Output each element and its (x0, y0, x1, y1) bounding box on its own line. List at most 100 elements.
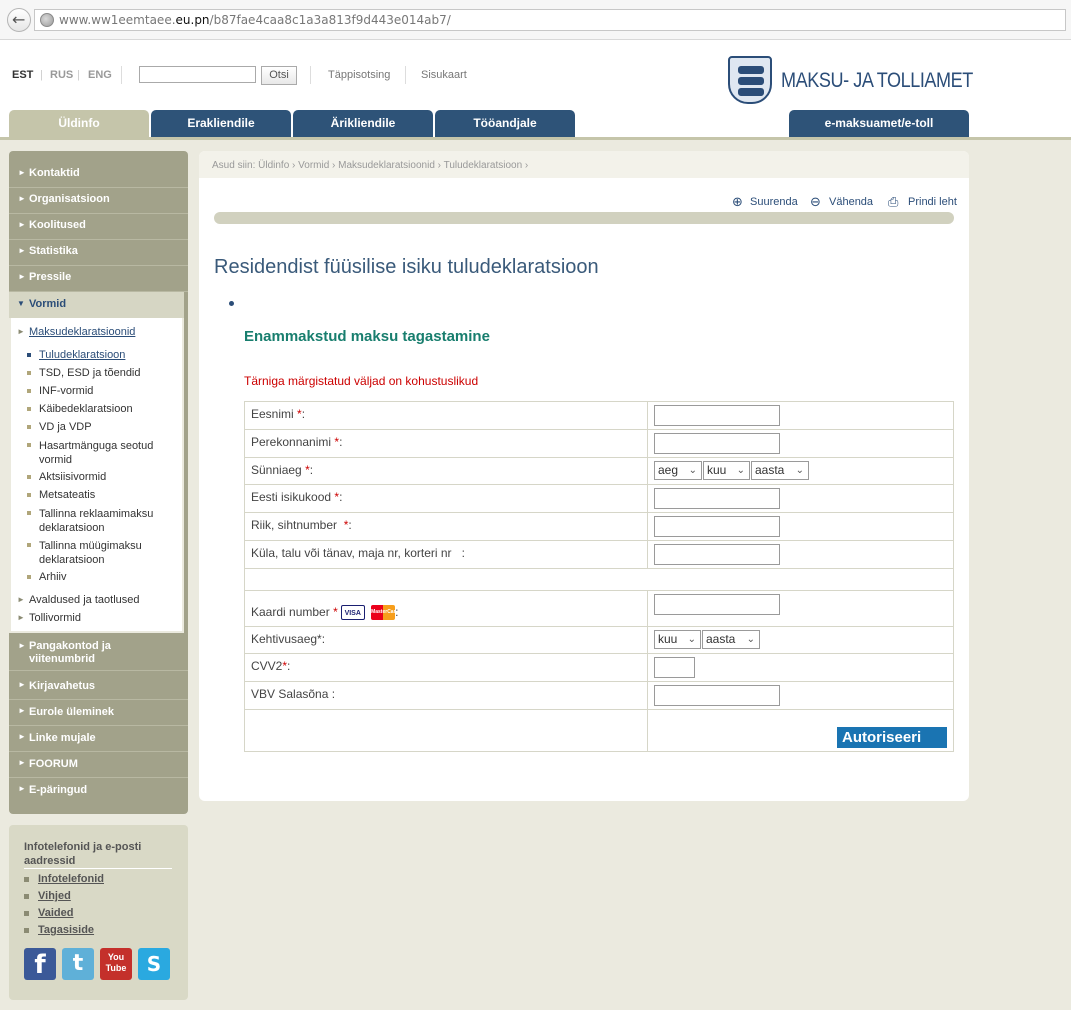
sidebar-item-tsd[interactable]: TSD, ESD ja tõendid (39, 367, 141, 379)
sidebar-item-reklaamimaks[interactable]: Tallinna reklaamimaksu deklaratsioon (39, 507, 164, 535)
sidebar-item-organisatsioon[interactable]: ► Organisatsioon (9, 188, 188, 214)
sidebar-item-pangakontod[interactable]: ► Pangakontod ja viitenumbrid (9, 635, 188, 671)
tab-tooandjale[interactable]: Tööandjale (435, 110, 575, 137)
tab-arikliendile[interactable]: Ärikliendile (293, 110, 433, 137)
chevron-down-icon: ⌄ (746, 634, 755, 645)
birth-year-select[interactable]: aasta ⌄ (751, 461, 809, 480)
tab-e-maksuamet[interactable]: e-maksuamet/e-toll (789, 110, 969, 137)
chevron-right-icon: ► (18, 784, 26, 793)
zoom-in-icon[interactable]: ⊕ (732, 195, 743, 210)
id-code-input[interactable] (654, 488, 780, 509)
twitter-icon[interactable]: t (62, 948, 94, 980)
advanced-search-link[interactable]: Täppisotsing (328, 69, 390, 81)
lang-eng[interactable]: ENG (88, 69, 112, 81)
back-button[interactable]: ← (7, 8, 31, 32)
sidebar-item-vd[interactable]: VD ja VDP (39, 421, 92, 433)
mastercard-icon: MasterCard (371, 605, 399, 621)
chevron-right-icon: ► (17, 327, 25, 336)
vbv-password-input[interactable] (654, 685, 780, 706)
info-link-infotelefonid[interactable]: Infotelefonid (38, 873, 104, 885)
sidebar-item-arhiiv[interactable]: Arhiiv (39, 571, 67, 583)
chevron-right-icon: ► (18, 706, 26, 715)
print-icon[interactable]: ⎙ (888, 195, 898, 210)
tab-erakliendile[interactable]: Erakliendile (151, 110, 291, 137)
sidebar-item-linke[interactable]: ► Linke mujale (9, 726, 188, 752)
address-bar[interactable]: www.ww1eemtaee.eu.pn/b87fae4caa8c1a3a813… (34, 9, 1066, 31)
sidebar-item-kaibedeklaratsioon[interactable]: Käibedeklaratsioon (39, 403, 133, 415)
url-text: www.ww1eemtaee.eu.pn/b87fae4caa8c1a3a813… (59, 13, 451, 27)
label-cvv: CVV2*: (244, 653, 648, 682)
last-name-input[interactable] (654, 433, 780, 454)
site-header: EST | RUS | ENG Otsi Täppisotsing Sisuka… (0, 40, 1071, 140)
zoom-out-icon[interactable]: ⊖ (810, 195, 821, 210)
chevron-right-icon: ► (18, 732, 26, 741)
zoom-in-link[interactable]: Suurenda (750, 196, 798, 208)
sidebar-item-tollivormid[interactable]: Tollivormid (29, 612, 81, 624)
info-link-tagasiside[interactable]: Tagasiside (38, 924, 94, 936)
refund-form: Eesnimi *: Perekonnanimi *: Sünniaeg *: … (244, 401, 954, 752)
site-logo[interactable]: MAKSU- JA TOLLIAMET (728, 56, 978, 106)
sidebar-item-vormid[interactable]: ▼ Vormid (9, 292, 184, 318)
sidebar-item-e-paringud[interactable]: ► E-päringud (9, 778, 188, 804)
chevron-right-icon: ► (18, 272, 26, 281)
facebook-icon[interactable]: f (24, 948, 56, 980)
required-note: Tärniga märgistatud väljad on kohustusli… (244, 374, 479, 388)
sidebar-subpanel: ► Maksudeklaratsioonid Tuludeklaratsioon… (11, 318, 182, 631)
info-title: Infotelefonid ja e-posti aadressid (24, 841, 142, 867)
info-link-vihjed[interactable]: Vihjed (38, 890, 71, 902)
sidebar-item-koolitused[interactable]: ► Koolitused (9, 214, 188, 240)
sitemap-link[interactable]: Sisukaart (421, 69, 467, 81)
sidebar-item-aktsiis[interactable]: Aktsiisivormid (39, 471, 106, 483)
country-zip-input[interactable] (654, 516, 780, 537)
cvv-input[interactable] (654, 657, 695, 678)
label-country-zip: Riik, sihtnumber *: (244, 512, 648, 541)
sidebar-item-pressile[interactable]: ► Pressile (9, 266, 188, 292)
chevron-down-icon: ⌄ (795, 465, 804, 476)
info-box: Infotelefonid ja e-posti aadressid Infot… (9, 825, 188, 1000)
label-expiry: Kehtivusaeg*: (244, 626, 648, 654)
chevron-right-icon: ► (18, 641, 26, 650)
print-link[interactable]: Prindi leht (908, 196, 957, 208)
breadcrumb-text[interactable]: Asud siin: Üldinfo › Vormid › Maksudekla… (212, 160, 528, 171)
bullet-dot (229, 301, 234, 306)
sidebar-item-maksudeklaratsioonid[interactable]: Maksudeklaratsioonid (29, 326, 135, 338)
lang-est[interactable]: EST (12, 69, 33, 81)
sidebar-item-statistika[interactable]: ► Statistika (9, 240, 188, 266)
first-name-input[interactable] (654, 405, 780, 426)
sidebar-item-inf[interactable]: INF-vormid (39, 385, 93, 397)
skype-icon[interactable]: S (138, 948, 170, 980)
chevron-right-icon: ► (18, 680, 26, 689)
info-link-vaided[interactable]: Vaided (38, 907, 73, 919)
sidebar-item-tuludeklaratsioon[interactable]: Tuludeklaratsioon (39, 349, 125, 361)
authorize-button[interactable]: Autoriseeri (837, 727, 947, 748)
label-birth-date: Sünniaeg *: (244, 457, 648, 485)
visa-icon: VISA (340, 605, 365, 621)
lang-rus[interactable]: RUS (50, 69, 73, 81)
tab-uldinfo[interactable]: Üldinfo (9, 110, 149, 140)
card-number-input[interactable] (654, 594, 780, 615)
sidebar-item-kontaktid[interactable]: ► Kontaktid (9, 162, 188, 188)
expiry-month-select[interactable]: kuu ⌄ (654, 630, 701, 649)
sidebar-item-kirjavahetus[interactable]: ► Kirjavahetus (9, 674, 188, 700)
label-last-name: Perekonnanimi *: (244, 429, 648, 458)
birth-day-select[interactable]: aeg ⌄ (654, 461, 702, 480)
sidebar-item-avaldused[interactable]: Avaldused ja taotlused (29, 594, 140, 606)
youtube-icon[interactable]: You Tube (100, 948, 132, 980)
address-input[interactable] (654, 544, 780, 565)
sidebar-item-foorum[interactable]: ► FOORUM (9, 752, 188, 778)
search-input[interactable] (139, 66, 256, 83)
arrow-left-icon: ← (12, 10, 26, 29)
expiry-year-select[interactable]: aasta ⌄ (702, 630, 760, 649)
sidebar-nav: ► Kontaktid ► Organisatsioon ► Koolitused ►… (9, 151, 188, 814)
page-title: Residendist füüsilise isiku tuludeklarat… (214, 256, 599, 278)
zoom-out-link[interactable]: Vähenda (829, 196, 873, 208)
search-button[interactable]: Otsi (261, 66, 297, 85)
sidebar-item-metsateatis[interactable]: Metsateatis (39, 489, 95, 501)
chevron-right-icon: ► (18, 168, 26, 177)
birth-month-select[interactable]: kuu ⌄ (703, 461, 750, 480)
label-id-code: Eesti isikukood *: (244, 484, 648, 513)
divider-bar (214, 212, 954, 224)
sidebar-item-muugimaks[interactable]: Tallinna müügimaksu deklaratsioon (39, 539, 164, 567)
sidebar-item-eurole[interactable]: ► Eurole üleminek (9, 700, 188, 726)
sidebar-item-hasartmang[interactable]: Hasartmänguga seotud vormid (39, 439, 164, 467)
